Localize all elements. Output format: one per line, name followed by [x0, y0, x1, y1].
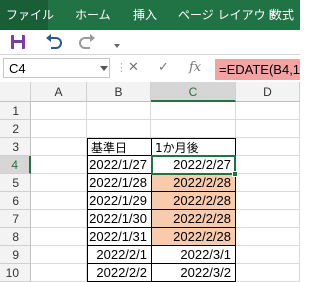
cell-d7[interactable] [236, 210, 300, 228]
row-header-7[interactable]: 7 [0, 210, 31, 228]
cell-b1[interactable] [87, 102, 151, 120]
row-header-3[interactable]: 3 [0, 138, 31, 156]
tab-formulas[interactable]: 数式 [270, 0, 294, 30]
row-header-4[interactable]: 4 [0, 156, 31, 174]
formula-input[interactable]: =EDATE(B4,1) [215, 59, 300, 80]
quick-access-toolbar [0, 30, 300, 54]
customize-qat-icon[interactable] [112, 32, 122, 52]
tab-file[interactable]: ファイル [0, 0, 54, 30]
tab-home[interactable]: ホーム [75, 0, 111, 30]
cell-d5[interactable] [236, 174, 300, 192]
tab-insert[interactable]: 挿入 [133, 0, 157, 30]
cell-c1[interactable] [151, 102, 236, 120]
select-all-corner[interactable] [0, 82, 31, 102]
cell-c2[interactable] [151, 120, 236, 138]
cell-b10[interactable]: 2022/2/2 [87, 263, 152, 282]
cell-d2[interactable] [236, 120, 300, 138]
cell-b9[interactable]: 2022/2/1 [87, 245, 152, 264]
ribbon-tab-bar: ファイル ホーム 挿入 ページ レイアウト 数式 [0, 0, 300, 30]
cell-c8[interactable]: 2022/2/28 [151, 227, 236, 246]
row-header-2[interactable]: 2 [0, 120, 31, 138]
row-header-1[interactable]: 1 [0, 102, 31, 120]
row-header-10[interactable]: 10 [0, 264, 31, 282]
save-icon[interactable] [8, 32, 28, 52]
row-header-5[interactable]: 5 [0, 174, 31, 192]
undo-icon[interactable] [44, 32, 64, 52]
cell-a2[interactable] [31, 120, 87, 138]
cell-b3[interactable]: 基準日 [87, 138, 152, 156]
cell-b8[interactable]: 2022/1/31 [87, 227, 152, 246]
cell-d1[interactable] [236, 102, 300, 120]
more-options-icon: ⋮ [116, 61, 127, 74]
cell-d10[interactable] [236, 264, 300, 282]
cell-c6[interactable]: 2022/2/28 [151, 191, 236, 210]
cancel-icon[interactable]: ✕ [128, 58, 139, 78]
cell-d4[interactable] [236, 156, 300, 174]
worksheet-grid: A B C D 1 2 3 4 5 6 7 8 9 10 基準日 1か月後 20… [0, 82, 300, 282]
cell-c7[interactable]: 2022/2/28 [151, 209, 236, 228]
cell-b4[interactable]: 2022/1/27 [87, 155, 152, 174]
formula-bar: C4 ⋮ ✕ ✓ fx =EDATE(B4,1) [0, 55, 300, 82]
cell-c5[interactable]: 2022/2/28 [151, 173, 236, 192]
tab-file-label: ファイル [6, 8, 55, 22]
column-header-c[interactable]: C [151, 82, 236, 102]
tab-page-layout[interactable]: ページ レイアウト [178, 0, 278, 30]
cell-c3[interactable]: 1か月後 [151, 138, 236, 156]
cell-b6[interactable]: 2022/1/29 [87, 191, 152, 210]
tab-home-label: ホーム [75, 8, 111, 22]
cell-a10[interactable] [31, 264, 87, 282]
cell-a6[interactable] [31, 192, 87, 210]
column-header-b[interactable]: B [87, 82, 151, 102]
cell-a4[interactable] [31, 156, 87, 174]
tab-page-layout-label: ページ レイアウト [178, 8, 278, 22]
cell-c9[interactable]: 2022/3/1 [151, 245, 236, 264]
tab-formulas-label: 数式 [270, 8, 295, 22]
row-header-8[interactable]: 8 [0, 228, 31, 246]
redo-icon[interactable] [77, 32, 97, 52]
cell-b5[interactable]: 2022/1/28 [87, 173, 152, 192]
cell-a8[interactable] [31, 228, 87, 246]
active-cell-outline [151, 155, 236, 175]
cell-c10[interactable]: 2022/3/2 [151, 263, 236, 282]
tab-insert-label: 挿入 [133, 8, 158, 22]
cell-b2[interactable] [87, 120, 151, 138]
cell-a1[interactable] [31, 102, 87, 120]
name-box-dropdown-icon[interactable] [100, 66, 108, 72]
column-header-a[interactable]: A [31, 82, 87, 102]
enter-icon[interactable]: ✓ [158, 58, 169, 78]
column-header-d[interactable]: D [236, 82, 300, 102]
cell-b7[interactable]: 2022/1/30 [87, 209, 152, 228]
cell-a5[interactable] [31, 174, 87, 192]
cell-a7[interactable] [31, 210, 87, 228]
cell-d6[interactable] [236, 192, 300, 210]
name-box[interactable]: C4 [3, 58, 110, 78]
fill-handle[interactable] [232, 171, 238, 177]
cell-d3[interactable] [236, 138, 300, 156]
cell-d8[interactable] [236, 228, 300, 246]
insert-function-icon[interactable]: fx [189, 58, 201, 78]
row-header-6[interactable]: 6 [0, 192, 31, 210]
cell-a3[interactable] [31, 138, 87, 156]
